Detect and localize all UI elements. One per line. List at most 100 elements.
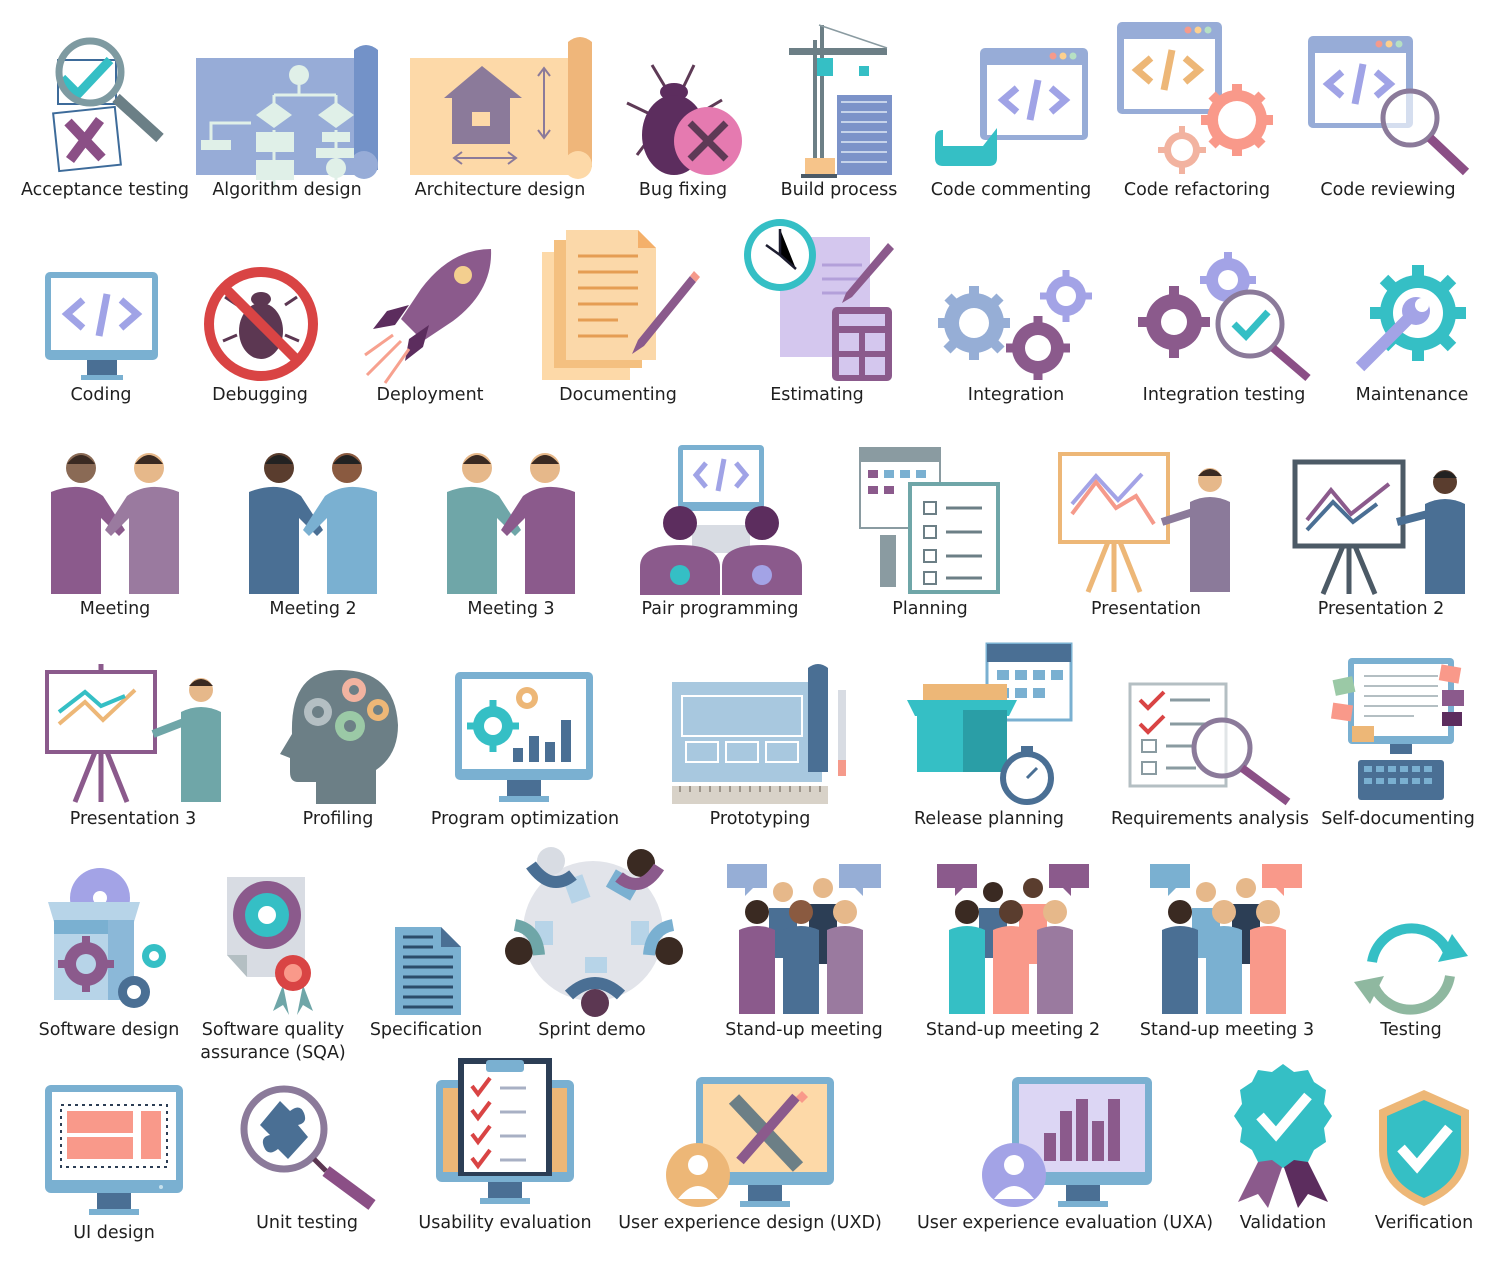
checklist-magnifier-icon <box>1128 682 1291 806</box>
label-stand-up-meeting-2: Stand-up meeting 2 <box>925 1020 1101 1040</box>
blueprint-ruler-icon <box>672 664 846 804</box>
label-meeting-3: Meeting 3 <box>467 599 555 619</box>
icon-usability-evaluation <box>436 1058 576 1208</box>
label-uxd: User experience design (UXD) <box>618 1213 882 1233</box>
label-architecture-design: Architecture design <box>414 180 586 200</box>
icon-specification <box>393 925 463 1017</box>
icon-presentation-2 <box>1292 459 1471 595</box>
icon-meeting-2 <box>243 452 383 594</box>
label-meeting-2: Meeting 2 <box>269 599 357 619</box>
label-pair-programming: Pair programming <box>641 599 799 619</box>
label-bug-fixing: Bug fixing <box>638 180 728 200</box>
monitor-chart-user-icon <box>982 1077 1152 1207</box>
label-algorithm-design: Algorithm design <box>212 180 362 200</box>
icon-stand-up-meeting-2 <box>935 860 1093 1016</box>
label-estimating: Estimating <box>770 385 864 405</box>
icon-bug-fixing <box>622 55 747 175</box>
award-ribbon-check-icon <box>1234 1064 1332 1208</box>
label-integration: Integration <box>967 385 1065 405</box>
icon-meeting-3 <box>441 452 581 594</box>
bug-wrench-icon <box>626 64 742 175</box>
icon-release-planning <box>905 642 1075 805</box>
label-acceptance-testing: Acceptance testing <box>20 180 190 200</box>
icon-code-refactoring <box>1117 22 1277 177</box>
label-sqa-line2: assurance (SQA) <box>200 1043 346 1063</box>
box-disc-gears-icon <box>48 868 166 1008</box>
label-program-optimization: Program optimization <box>430 809 620 829</box>
gear-wrench-icon <box>1355 265 1466 372</box>
icon-build-process <box>787 20 892 178</box>
icon-presentation <box>1058 452 1236 595</box>
house-blueprint-icon <box>410 37 592 179</box>
label-debugging: Debugging <box>212 385 308 405</box>
icon-requirements-analysis <box>1128 682 1293 806</box>
icon-stand-up-meeting <box>725 860 885 1016</box>
handshake-icon <box>51 453 179 594</box>
monitor-clipboard-icon <box>436 1058 574 1204</box>
icon-meeting <box>45 452 185 594</box>
label-usability-evaluation: Usability evaluation <box>418 1213 592 1233</box>
icon-estimating <box>742 215 897 385</box>
icon-uxa <box>980 1075 1155 1210</box>
gears-magnifier-icon <box>1138 252 1311 382</box>
icon-pair-programming <box>640 445 802 595</box>
monitor-layout-icon <box>45 1085 183 1215</box>
label-integration-testing: Integration testing <box>1142 385 1306 405</box>
label-validation: Validation <box>1239 1213 1327 1233</box>
documents-pencil-icon <box>542 230 700 380</box>
code-window-magnifier-icon <box>1308 36 1470 176</box>
shield-check-icon <box>1379 1090 1469 1206</box>
monitor-gears-chart-icon <box>455 672 593 802</box>
icon-planning <box>858 440 1003 595</box>
label-sprint-demo: Sprint demo <box>538 1020 646 1040</box>
label-stand-up-meeting: Stand-up meeting <box>725 1020 883 1040</box>
icon-stand-up-meeting-3 <box>1148 860 1306 1016</box>
label-code-commenting: Code commenting <box>930 180 1092 200</box>
icon-deployment <box>363 245 498 385</box>
certificate-disc-icon <box>227 877 313 1015</box>
icon-program-optimization <box>455 672 595 804</box>
icon-sprint-demo <box>505 845 683 1017</box>
no-bug-icon <box>204 267 318 381</box>
label-build-process: Build process <box>780 180 898 200</box>
label-specification: Specification <box>369 1020 483 1040</box>
icon-unit-testing <box>240 1085 378 1210</box>
standing-team-speech-icon <box>727 864 881 1014</box>
label-presentation-3: Presentation 3 <box>69 809 197 829</box>
icon-testing <box>1352 920 1470 1016</box>
calendar-checklist-icon <box>859 447 1000 594</box>
standing-team-speech-icon <box>937 864 1089 1014</box>
label-self-documenting: Self-documenting <box>1321 809 1475 829</box>
label-sqa-line1: Software quality <box>201 1020 345 1040</box>
icon-code-commenting <box>935 48 1090 176</box>
team-table-topview-icon <box>505 847 683 1017</box>
handshake-icon <box>249 453 377 594</box>
label-prototyping: Prototyping <box>709 809 811 829</box>
label-coding: Coding <box>70 385 132 405</box>
magnifier-checkbox-icon <box>52 37 164 173</box>
icon-sqa <box>225 875 325 1017</box>
monitor-code-icon <box>45 272 158 380</box>
label-deployment: Deployment <box>376 385 484 405</box>
icon-validation <box>1228 1062 1338 1210</box>
icon-profiling <box>280 668 400 806</box>
label-presentation: Presentation <box>1091 599 1201 619</box>
label-code-refactoring: Code refactoring <box>1123 180 1271 200</box>
handshake-icon <box>447 453 575 594</box>
label-stand-up-meeting-3: Stand-up meeting 3 <box>1139 1020 1315 1040</box>
refresh-cycle-icon <box>1354 923 1468 1015</box>
document-icon <box>395 927 461 1015</box>
flowchart-scroll-icon <box>196 45 378 190</box>
icon-presentation-3 <box>45 662 223 805</box>
rocket-icon <box>364 249 492 384</box>
easel-presenter-icon <box>45 664 221 803</box>
easel-presenter-icon <box>1292 459 1465 595</box>
label-meeting: Meeting <box>79 599 151 619</box>
label-unit-testing: Unit testing <box>256 1213 358 1233</box>
code-window-chat-icon <box>935 48 1088 166</box>
label-planning: Planning <box>892 599 968 619</box>
box-calendar-stopwatch-icon <box>907 642 1073 805</box>
icon-verification <box>1377 1088 1472 1208</box>
label-maintenance: Maintenance <box>1355 385 1469 405</box>
icon-coding <box>45 272 160 384</box>
